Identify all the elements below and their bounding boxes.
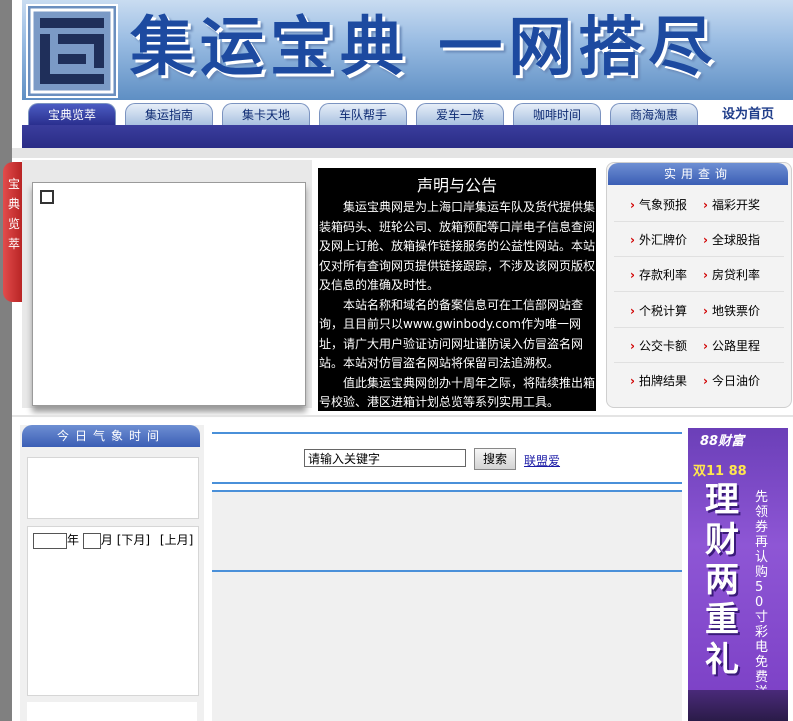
query-item-deposit-rate[interactable]: › 存款利率 bbox=[630, 266, 687, 284]
query-item-plate-auction[interactable]: › 拍牌结果 bbox=[630, 372, 687, 390]
nav-tab-jika[interactable]: 集卡天地 bbox=[222, 103, 310, 125]
divider bbox=[614, 327, 784, 328]
nav-tab-shanghai[interactable]: 商海淘惠 bbox=[610, 103, 698, 125]
divider bbox=[12, 415, 793, 417]
weather-content bbox=[27, 457, 199, 519]
arrow-right-icon: › bbox=[703, 374, 708, 388]
left-gutter bbox=[0, 0, 12, 721]
arrow-right-icon: › bbox=[630, 268, 635, 282]
divider bbox=[12, 148, 793, 158]
nav-tab-jiyun[interactable]: 集运指南 bbox=[125, 103, 213, 125]
nav-tab-kafei[interactable]: 咖啡时间 bbox=[513, 103, 601, 125]
month-label: 月 bbox=[100, 533, 113, 547]
side-tab-label: 宝典览萃 bbox=[8, 177, 21, 251]
query-item-label: 存款利率 bbox=[638, 268, 687, 282]
month-input[interactable] bbox=[82, 532, 101, 549]
arrow-right-icon: › bbox=[703, 198, 708, 212]
query-item-tax[interactable]: › 个税计算 bbox=[630, 302, 687, 320]
notice-paragraph: 值此集运宝典网创办十周年之际，将陆续推出箱号校验、港区进箱计划总览等系列实用工具… bbox=[319, 375, 596, 410]
search-button[interactable]: 搜索 bbox=[474, 448, 516, 470]
feature-content bbox=[32, 182, 306, 406]
query-item-weather[interactable]: › 气象预报 bbox=[630, 196, 687, 214]
query-item-label: 全球股指 bbox=[711, 233, 760, 247]
arrow-right-icon: › bbox=[703, 268, 708, 282]
broken-image-icon bbox=[40, 190, 54, 204]
year-label: 年 bbox=[67, 533, 80, 547]
query-item-transit-card[interactable]: › 公交卡额 bbox=[630, 337, 687, 355]
nav-tab-chedui[interactable]: 车队帮手 bbox=[319, 103, 407, 125]
logo-icon bbox=[30, 8, 114, 94]
divider bbox=[212, 570, 682, 572]
arrow-right-icon: › bbox=[703, 304, 708, 318]
set-homepage-link[interactable]: 设为首页 bbox=[722, 103, 774, 122]
weather-header: 今日气象时间 bbox=[22, 425, 200, 447]
nav-underline bbox=[22, 125, 793, 148]
alliance-link[interactable]: 联盟爱 bbox=[524, 452, 560, 469]
site-logo[interactable] bbox=[26, 4, 118, 98]
arrow-right-icon: › bbox=[630, 304, 635, 318]
query-item-mortgage-rate[interactable]: › 房贷利率 bbox=[703, 266, 760, 284]
arrow-right-icon: › bbox=[630, 374, 635, 388]
notice-body: 集运宝典网是为上海口岸集运车队及货代提供集装箱码头、班轮公司、放箱预配等口岸电子… bbox=[319, 198, 596, 413]
ad-subtitle: 先领券再认购50寸彩电免费送 bbox=[755, 490, 769, 700]
next-month-link[interactable]: [下月] bbox=[117, 533, 150, 547]
divider bbox=[614, 256, 784, 257]
query-item-label: 气象预报 bbox=[638, 198, 687, 212]
divider bbox=[614, 291, 784, 292]
query-item-label: 今日油价 bbox=[711, 374, 760, 388]
ad-headline: 双11 88 bbox=[693, 464, 747, 479]
ad-image bbox=[688, 690, 788, 721]
query-item-label: 拍牌结果 bbox=[638, 374, 687, 388]
divider bbox=[614, 221, 784, 222]
notice-paragraph: 本站名称和域名的备案信息可在工信部网站查询，且目前只以www.gwinbody.… bbox=[319, 297, 584, 371]
divider bbox=[212, 490, 682, 492]
query-item-label: 公路里程 bbox=[711, 339, 760, 353]
calendar-controls: 年 月 [下月] [上月] bbox=[33, 531, 193, 549]
prev-month-link[interactable]: [上月] bbox=[160, 533, 193, 547]
arrow-right-icon: › bbox=[630, 198, 635, 212]
query-item-lottery[interactable]: › 福彩开奖 bbox=[703, 196, 760, 214]
banner-title: 集运宝典 一网搭尽 bbox=[130, 10, 719, 85]
query-item-index[interactable]: › 全球股指 bbox=[703, 231, 760, 249]
year-input[interactable] bbox=[33, 532, 67, 549]
query-item-road-mileage[interactable]: › 公路里程 bbox=[703, 337, 760, 355]
query-item-label: 地铁票价 bbox=[711, 304, 760, 318]
ad-brand: 88财富 bbox=[700, 434, 745, 449]
nav-tab-aiche[interactable]: 爱车一族 bbox=[416, 103, 504, 125]
calendar-box bbox=[27, 526, 199, 696]
query-item-label: 外汇牌价 bbox=[638, 233, 687, 247]
notice-title: 声明与公告 bbox=[416, 176, 497, 195]
calendar-footer bbox=[27, 702, 197, 721]
query-item-label: 房贷利率 bbox=[711, 268, 760, 282]
notice-paragraph: 集运宝典网是为上海口岸集运车队及货代提供集装箱码头、班轮公司、放箱预配等口岸电子… bbox=[319, 200, 596, 292]
query-item-label: 公交卡额 bbox=[638, 339, 687, 353]
arrow-right-icon: › bbox=[703, 339, 708, 353]
query-header: 实用查询 bbox=[608, 163, 788, 185]
query-item-metro-fare[interactable]: › 地铁票价 bbox=[703, 302, 760, 320]
query-item-label: 福彩开奖 bbox=[711, 198, 760, 212]
arrow-right-icon: › bbox=[630, 233, 635, 247]
divider bbox=[614, 362, 784, 363]
query-item-oil-price[interactable]: › 今日油价 bbox=[703, 372, 760, 390]
content-area bbox=[212, 492, 682, 721]
arrow-right-icon: › bbox=[630, 339, 635, 353]
search-input[interactable]: 请输入关键字 bbox=[304, 449, 466, 467]
ad-title: 理财两重礼 bbox=[705, 480, 739, 680]
query-item-label: 个税计算 bbox=[638, 304, 687, 318]
nav-tab-baodian[interactable]: 宝典览萃 bbox=[28, 103, 116, 125]
arrow-right-icon: › bbox=[703, 233, 708, 247]
query-item-forex[interactable]: › 外汇牌价 bbox=[630, 231, 687, 249]
